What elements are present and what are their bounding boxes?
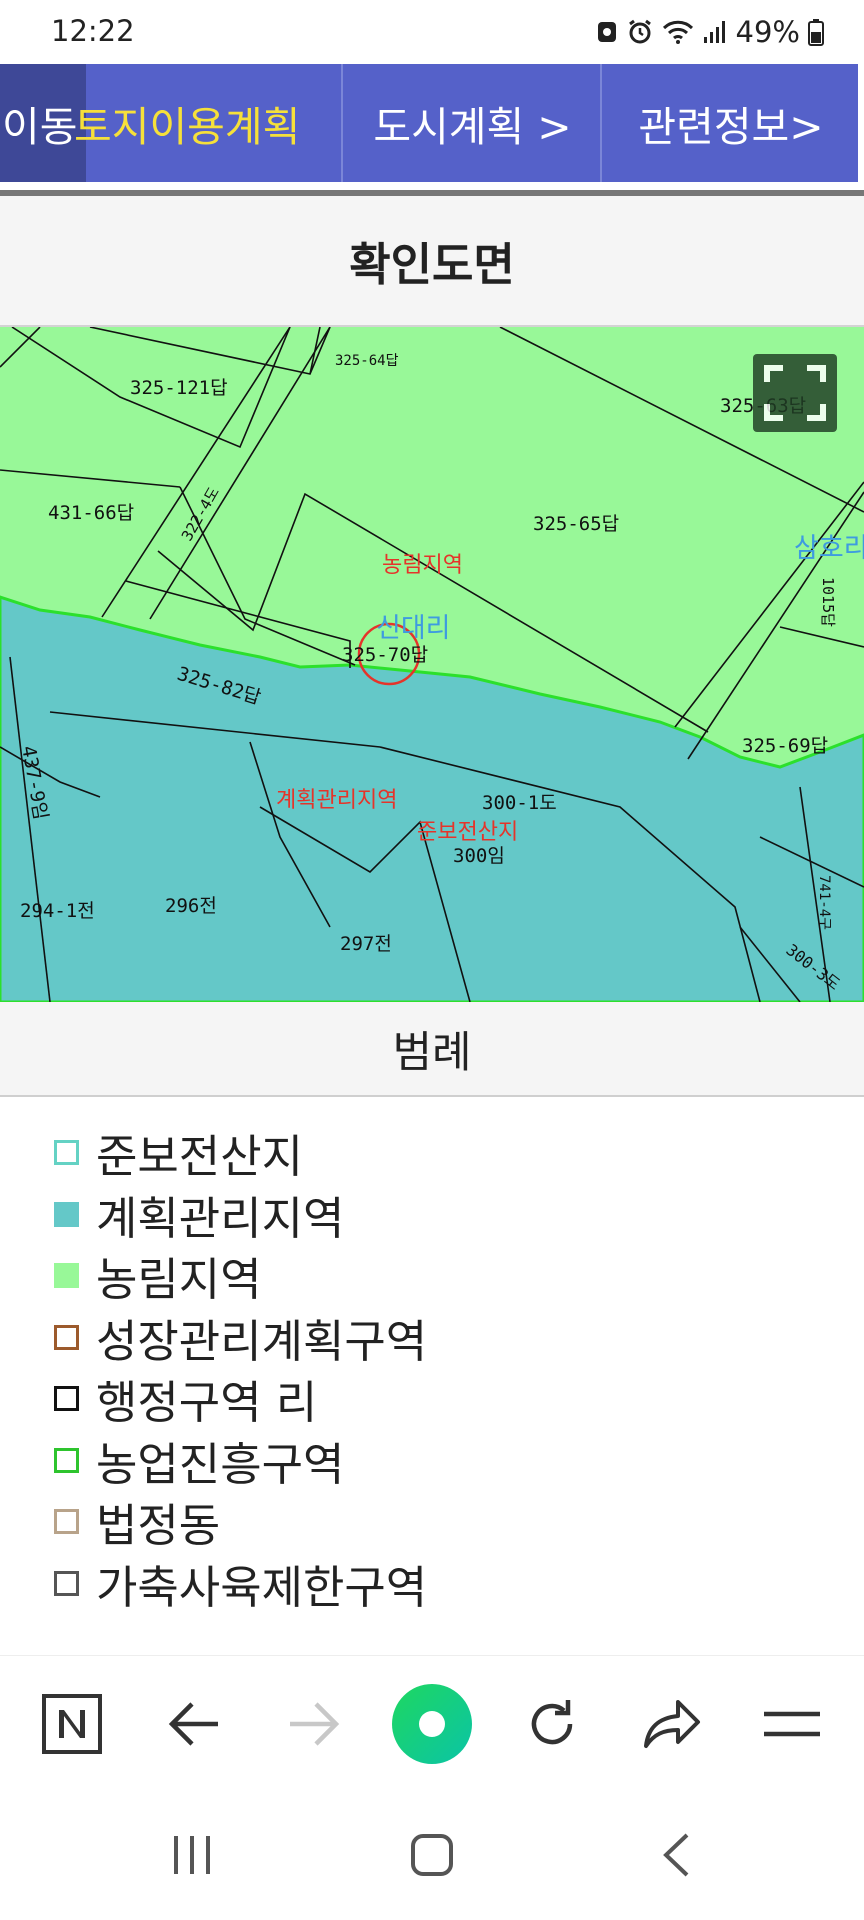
parcel-label: 322-4도 xyxy=(178,484,223,544)
legend-item: 농림지역 xyxy=(54,1245,854,1307)
back-button[interactable] xyxy=(144,1656,244,1791)
legend-swatch xyxy=(54,1201,79,1227)
fullscreen-icon xyxy=(764,365,826,421)
parcel-label: 294-1전 xyxy=(20,900,95,922)
tab-navigation: 이동 토지이용계획 도시계획 > 관련정보> xyxy=(0,64,864,196)
browser-toolbar xyxy=(0,1655,864,1791)
tab-prev-label: 이동 xyxy=(2,103,78,151)
share-icon xyxy=(644,1699,700,1748)
menu-button[interactable] xyxy=(742,1656,842,1791)
battery-icon xyxy=(808,18,824,46)
home-icon xyxy=(411,1834,453,1876)
legend-item: 계획관리지역 xyxy=(54,1184,854,1246)
system-navigation xyxy=(0,1790,864,1920)
refresh-button[interactable] xyxy=(502,1656,602,1791)
legend-swatch xyxy=(54,1447,79,1473)
back-nav-icon xyxy=(663,1833,689,1877)
status-time: 12:22 xyxy=(51,14,135,48)
tab-city-plan[interactable]: 도시계획 > xyxy=(345,64,602,182)
legend-swatch xyxy=(54,1570,79,1596)
legend-swatch xyxy=(54,1140,79,1166)
legend-item: 농업진흥구역 xyxy=(54,1430,854,1492)
legend-label: 가축사육제한구역 xyxy=(96,1560,428,1614)
legend-item: 법정동 xyxy=(54,1491,854,1553)
zone-label-planned: 계획관리지역 xyxy=(276,788,397,813)
naver-home-icon xyxy=(42,1693,102,1754)
parcel-label: 325-64답 xyxy=(335,353,399,369)
notification-icon xyxy=(596,19,618,45)
forward-button[interactable] xyxy=(264,1656,364,1791)
parcel-label: 325-65답 xyxy=(533,513,619,535)
tab-related-info-label: 관련정보> xyxy=(638,103,824,151)
tab-land-use[interactable]: 토지이용계획 xyxy=(72,64,343,182)
legend-item: 가축사육제한구역 xyxy=(54,1553,854,1615)
village-label-samho: 삼호리 xyxy=(794,533,864,564)
legend-swatch xyxy=(54,1324,79,1350)
recent-apps-icon xyxy=(174,1836,210,1874)
home-button[interactable] xyxy=(382,1790,482,1920)
zone-label-forest: 농림지역 xyxy=(382,553,463,578)
legend-swatch xyxy=(54,1386,79,1412)
parcel-label: 741-4구 xyxy=(816,875,832,930)
planned-zone-area xyxy=(0,595,864,1002)
legend-label: 법정동 xyxy=(96,1499,221,1553)
parcel-label: 1015답 xyxy=(819,577,837,627)
legend-label: 성장관리계획구역 xyxy=(96,1314,428,1368)
status-icons: 49% xyxy=(596,12,824,52)
legend-item: 행정구역 리 xyxy=(54,1368,854,1430)
parcel-label: 297전 xyxy=(340,933,392,955)
recent-apps-button[interactable] xyxy=(142,1790,242,1920)
naver-home-button[interactable] xyxy=(22,1656,122,1791)
tab-city-plan-label: 도시계획 > xyxy=(373,103,572,151)
parcel-label: 300임 xyxy=(453,845,505,867)
parcel-label: 325-121답 xyxy=(130,377,228,399)
legend-label: 농업진흥구역 xyxy=(96,1437,345,1491)
back-nav-button[interactable] xyxy=(626,1790,726,1920)
land-use-map[interactable]: 325-121답 325-64답 325-63답 431-66답 325-65답… xyxy=(0,327,864,1002)
zone-label-semi-forest: 준보전산지 xyxy=(417,820,518,845)
parcel-label: 325-69답 xyxy=(742,735,828,757)
tab-related-info[interactable]: 관련정보> xyxy=(604,64,858,182)
legend-list: 준보전산지계획관리지역농림지역성장관리계획구역행정구역 리농업진흥구역법정동가축… xyxy=(54,1122,854,1614)
back-icon xyxy=(168,1701,218,1746)
parcel-label: 296전 xyxy=(165,895,217,917)
legend-swatch xyxy=(54,1263,79,1289)
signal-icon xyxy=(702,19,728,45)
legend-label: 준보전산지 xyxy=(96,1130,304,1184)
parcel-label: 325-70답 xyxy=(342,644,428,666)
map-canvas: 325-121답 325-64답 325-63답 431-66답 325-65답… xyxy=(0,327,864,1002)
share-button[interactable] xyxy=(622,1656,722,1791)
legend-item: 성장관리계획구역 xyxy=(54,1307,854,1369)
refresh-icon xyxy=(531,1699,573,1744)
alarm-icon xyxy=(626,18,654,46)
legend-label: 행정구역 리 xyxy=(96,1376,318,1430)
green-dot-button[interactable] xyxy=(382,1656,482,1791)
status-bar: 12:22 49% xyxy=(0,0,864,64)
legend-label: 농림지역 xyxy=(96,1253,262,1307)
section-title: 확인도면 xyxy=(0,196,864,327)
parcel-label: 300-1도 xyxy=(482,792,557,814)
menu-icon xyxy=(764,1711,820,1736)
legend-title: 범례 xyxy=(0,1002,864,1097)
wifi-icon xyxy=(662,19,694,45)
parcel-label: 431-66답 xyxy=(48,502,134,524)
fullscreen-button[interactable] xyxy=(753,354,837,432)
green-dot-icon xyxy=(392,1683,472,1764)
village-label-sindae: 신대리 xyxy=(376,613,451,644)
legend-swatch xyxy=(54,1509,79,1535)
legend-label: 계획관리지역 xyxy=(96,1191,345,1245)
legend-item: 준보전산지 xyxy=(54,1122,854,1184)
tab-land-use-label: 토지이용계획 xyxy=(74,103,301,151)
battery-text: 49% xyxy=(735,15,800,49)
forward-icon xyxy=(290,1701,340,1746)
